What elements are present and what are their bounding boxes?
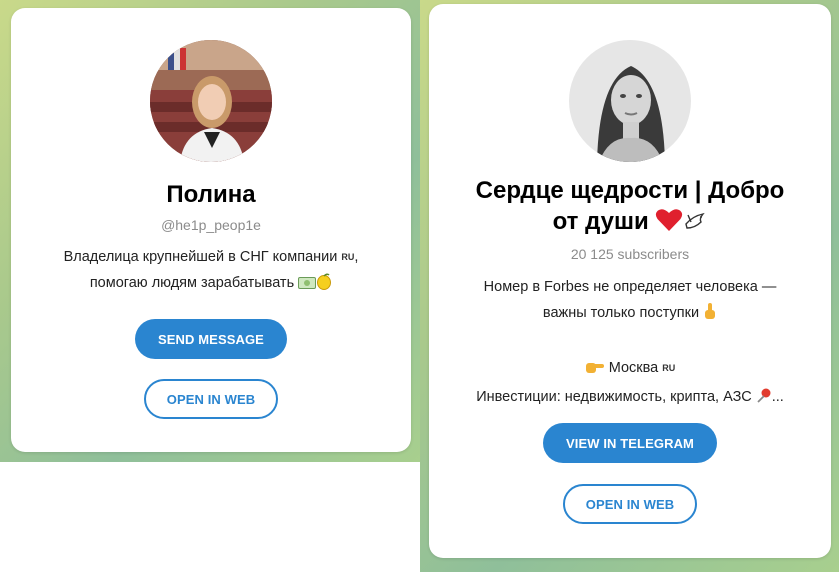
- description-text: Владелица крупнейшей в СНГ компании: [63, 249, 338, 265]
- subscriber-count: 20 125 subscribers: [570, 246, 690, 262]
- russia-flag-icon: RU: [341, 252, 355, 262]
- description-text-2: важны только поступки: [542, 305, 700, 321]
- avatar: [150, 40, 272, 162]
- lemon-icon: [316, 273, 332, 299]
- open-in-web-button[interactable]: OPEN IN WEB: [563, 484, 697, 524]
- send-message-button[interactable]: SEND MESSAGE: [135, 319, 287, 359]
- channel-description: Номер в Forbes не определяет человека — …: [443, 274, 817, 413]
- ellipsis: ...: [771, 389, 784, 405]
- avatar-image: [150, 40, 272, 162]
- channel-title-text: Сердце щедрости | Добро: [475, 177, 785, 204]
- channel-profile-card: Сердце щедрости | Добро от души 20 125 s…: [429, 4, 831, 558]
- interests-text: Инвестиции: недвижимость, крипта, АЗС: [476, 389, 752, 405]
- channel-title: Сердце щедрости | Добро от души: [455, 175, 805, 240]
- description-text-2: помогаю людям зарабатывать: [89, 275, 295, 291]
- avatar-image: [569, 40, 691, 162]
- channel-title-text-2: от души: [552, 208, 649, 235]
- red-heart-icon: [655, 208, 683, 240]
- money-icon: [298, 273, 317, 299]
- pointing-up-icon: [703, 302, 717, 329]
- view-in-telegram-button[interactable]: VIEW IN TELEGRAM: [543, 423, 717, 463]
- avatar: [569, 40, 691, 162]
- user-profile-card: Полина @he1p_peop1e Владелица крупнейшей…: [11, 8, 411, 452]
- russia-flag-icon: RU: [662, 363, 676, 373]
- city-text: Москва: [608, 360, 659, 376]
- profile-description: Владелица крупнейшей в СНГ компании RU, …: [25, 244, 397, 299]
- profile-username: @he1p_peop1e: [161, 217, 261, 233]
- description-text: Номер в Forbes не определяет человека —: [483, 279, 777, 295]
- profile-name: Полина: [166, 181, 256, 208]
- pushpin-icon: [756, 387, 772, 413]
- pointing-right-icon: [585, 358, 605, 384]
- dove-icon: [683, 209, 707, 240]
- open-in-web-button[interactable]: OPEN IN WEB: [144, 379, 278, 419]
